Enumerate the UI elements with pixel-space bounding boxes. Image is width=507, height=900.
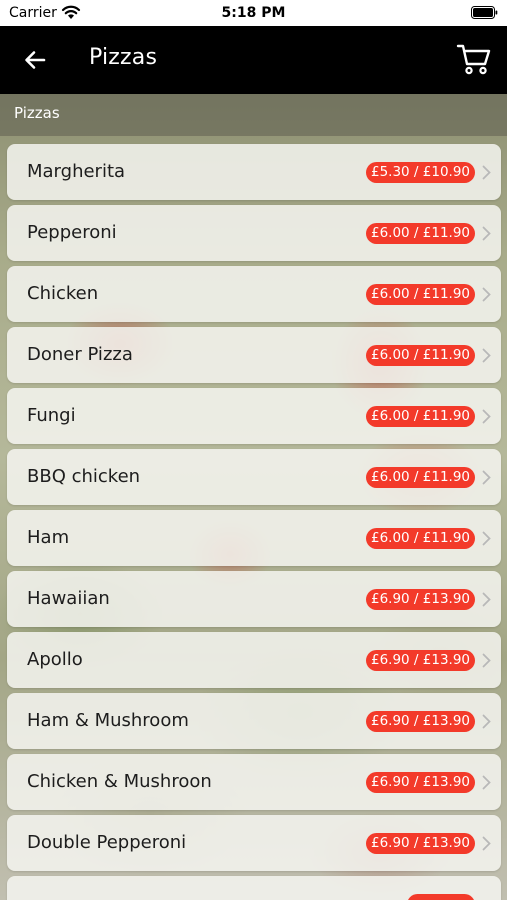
status-time: 5:18 PM (221, 5, 286, 21)
menu-item[interactable]: Margherita £5.30 / £10.90 (7, 144, 501, 200)
item-name: Hawaiian (27, 588, 110, 609)
menu-item[interactable]: Apollo £6.90 / £13.90 (7, 632, 501, 688)
page-title: Pizzas (89, 45, 158, 70)
menu-content: Pizzas Margherita £5.30 / £10.90 Peppero… (0, 94, 507, 900)
price-badge: £6.00 / £11.90 (365, 345, 475, 366)
chevron-right-icon (482, 165, 491, 180)
menu-item[interactable] (7, 876, 501, 900)
chevron-right-icon (482, 714, 491, 729)
item-name: Doner Pizza (27, 344, 133, 365)
menu-item[interactable]: Doner Pizza £6.00 / £11.90 (7, 327, 501, 383)
menu-item[interactable]: Chicken & Mushroon £6.90 / £13.90 (7, 754, 501, 810)
menu-item[interactable]: BBQ chicken £6.00 / £11.90 (7, 449, 501, 505)
item-name: BBQ chicken (27, 466, 141, 487)
price-badge: £6.90 / £13.90 (365, 589, 475, 610)
item-name: Double Pepperoni (27, 832, 187, 853)
price-badge: £6.90 / £13.90 (365, 772, 475, 793)
item-name: Apollo (27, 649, 83, 670)
chevron-right-icon (482, 653, 491, 668)
price-badge: £5.30 / £10.90 (365, 162, 475, 183)
price-badge: £6.00 / £11.90 (365, 467, 475, 488)
navigation-bar: Pizzas (0, 26, 507, 94)
price-badge: £6.00 / £11.90 (365, 223, 475, 244)
menu-item[interactable]: Fungi £6.00 / £11.90 (7, 388, 501, 444)
price-badge (407, 894, 475, 900)
arrow-left-icon[interactable] (22, 47, 48, 73)
menu-item[interactable]: Ham £6.00 / £11.90 (7, 510, 501, 566)
chevron-right-icon (482, 775, 491, 790)
item-name: Chicken (27, 283, 99, 304)
chevron-right-icon (482, 226, 491, 241)
item-name: Fungi (27, 405, 76, 426)
chevron-right-icon (482, 836, 491, 851)
cart-icon[interactable] (456, 41, 492, 77)
chevron-right-icon (482, 287, 491, 302)
price-badge: £6.00 / £11.90 (365, 406, 475, 427)
price-badge: £6.90 / £13.90 (365, 650, 475, 671)
section-header: Pizzas (0, 94, 507, 136)
item-name: Margherita (27, 161, 126, 182)
menu-item[interactable]: Pepperoni £6.00 / £11.90 (7, 205, 501, 261)
chevron-right-icon (482, 470, 491, 485)
status-bar: Carrier 5:18 PM (0, 0, 507, 26)
menu-item[interactable]: Chicken £6.00 / £11.90 (7, 266, 501, 322)
item-name: Ham & Mushroom (27, 710, 189, 731)
chevron-right-icon (482, 348, 491, 363)
menu-item[interactable]: Hawaiian £6.90 / £13.90 (7, 571, 501, 627)
price-badge: £6.90 / £13.90 (365, 711, 475, 732)
price-badge: £6.00 / £11.90 (365, 528, 475, 549)
chevron-right-icon (482, 531, 491, 546)
price-badge: £6.00 / £11.90 (365, 284, 475, 305)
menu-item[interactable]: Double Pepperoni £6.90 / £13.90 (7, 815, 501, 871)
chevron-right-icon (482, 409, 491, 424)
menu-item[interactable]: Ham & Mushroom £6.90 / £13.90 (7, 693, 501, 749)
chevron-right-icon (482, 592, 491, 607)
item-name: Ham (27, 527, 70, 548)
price-badge: £6.90 / £13.90 (365, 833, 475, 854)
item-name: Pepperoni (27, 222, 117, 243)
item-name: Chicken & Mushroon (27, 771, 212, 792)
battery-icon (471, 6, 498, 19)
